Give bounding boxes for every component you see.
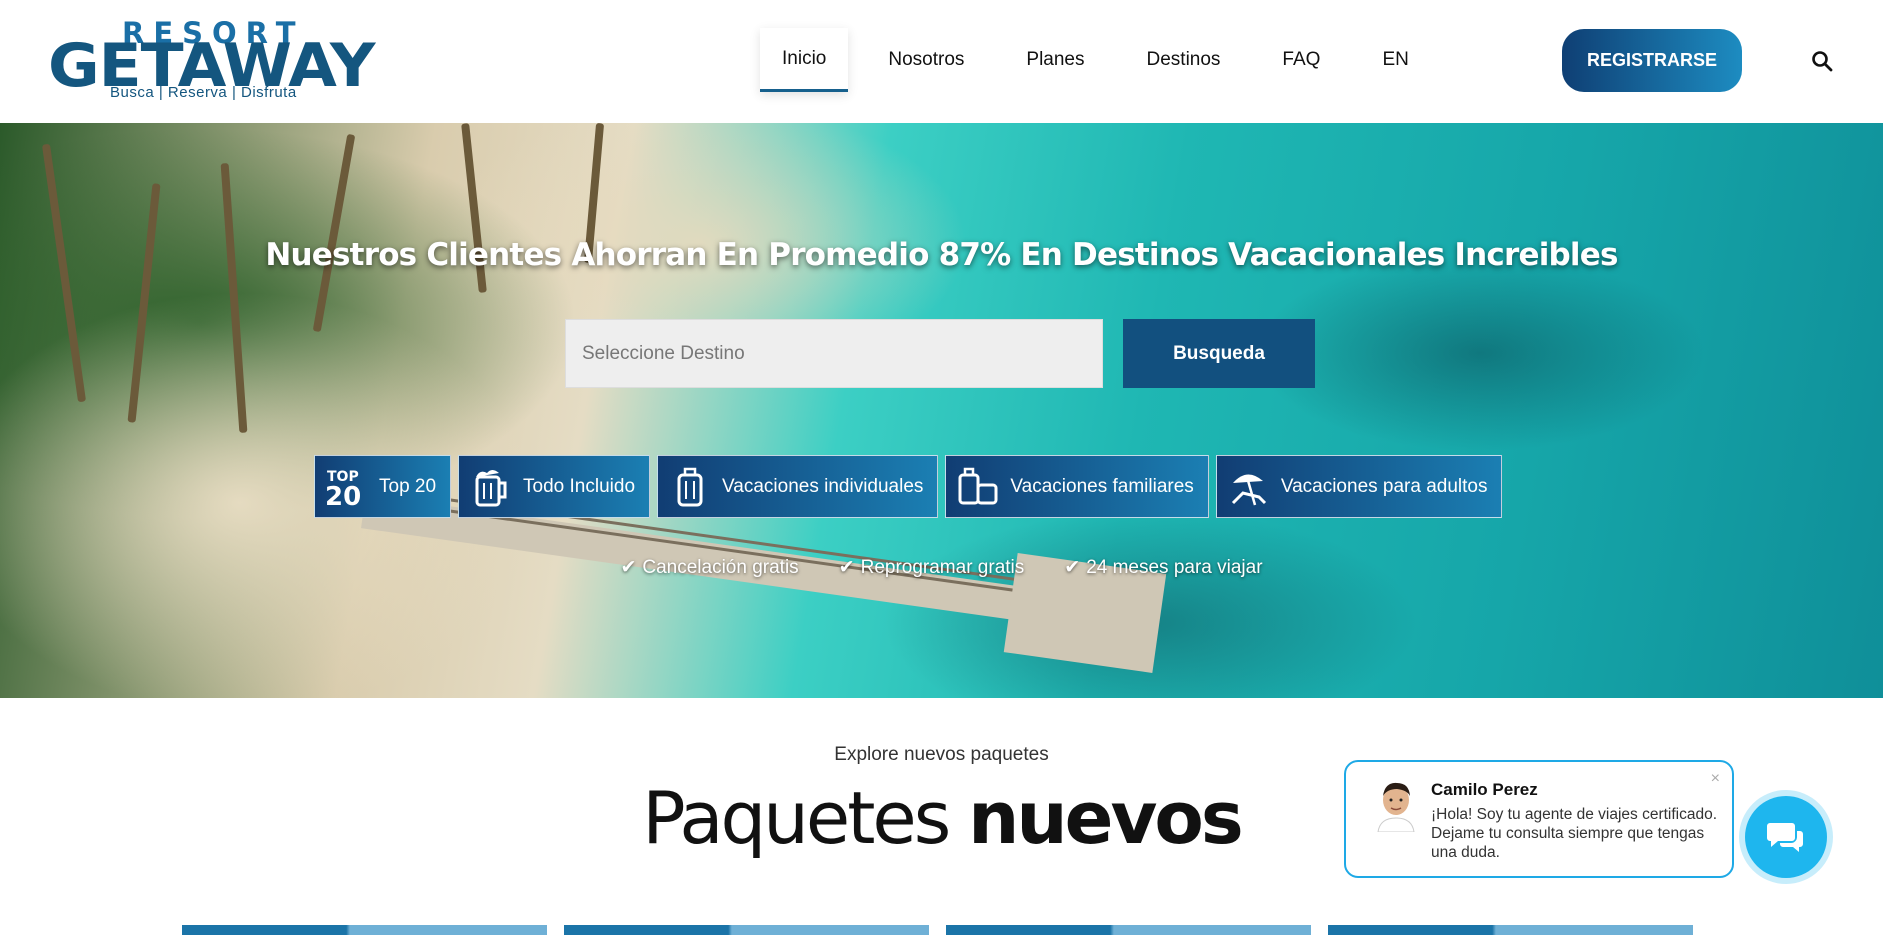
category-label: Vacaciones para adultos <box>1280 475 1488 497</box>
perk-item: ✔ Reprogramar gratis <box>839 556 1025 579</box>
package-card[interactable] <box>182 925 547 935</box>
check-icon: ✔ <box>620 557 637 578</box>
perks-list: ✔ Cancelación gratis ✔ Reprogramar grati… <box>0 556 1883 579</box>
nav-item-nosotros[interactable]: Nosotros <box>866 28 986 92</box>
category-vacaciones-individuales[interactable]: Vacaciones individuales <box>657 455 939 518</box>
main-nav: Inicio Nosotros Planes Destinos FAQ EN <box>760 28 1449 92</box>
svg-text:20: 20 <box>325 482 361 509</box>
search-button[interactable]: Busqueda <box>1123 319 1315 388</box>
top20-icon: TOP 20 <box>325 465 369 509</box>
category-label: Vacaciones individuales <box>722 475 924 497</box>
category-todo-incluido[interactable]: Todo Incluido <box>458 455 651 518</box>
category-vacaciones-adultos[interactable]: Vacaciones para adultos <box>1215 455 1503 518</box>
luggage-icon <box>956 465 1000 509</box>
beach-chair-icon <box>1227 465 1271 509</box>
close-icon[interactable]: × <box>1711 770 1720 788</box>
resort-getaway-logo[interactable]: RESORT GETAWAY Busca | Reserva | Disfrut… <box>48 16 375 102</box>
section-title-plain: Paquetes <box>642 776 951 860</box>
chat-bubbles-icon <box>1767 823 1803 852</box>
section-title-bold: nuevos <box>954 776 1251 860</box>
check-icon: ✔ <box>1064 557 1081 578</box>
destination-select-input[interactable] <box>565 319 1103 388</box>
package-card[interactable] <box>1328 925 1693 935</box>
package-card[interactable] <box>564 925 929 935</box>
nav-item-faq[interactable]: FAQ <box>1260 28 1342 92</box>
chat-open-button[interactable] <box>1745 796 1827 878</box>
hero-banner: Nuestros Clientes Ahorran En Promedio 87… <box>0 123 1883 698</box>
chat-popup[interactable]: Camilo Perez ¡Hola! Soy tu agente de via… <box>1344 760 1734 878</box>
perk-item: ✔ Cancelación gratis <box>620 556 798 579</box>
perk-label: Cancelación gratis <box>642 556 799 578</box>
category-top-20[interactable]: TOP 20 Top 20 <box>314 455 452 518</box>
perk-label: Reprogramar gratis <box>860 556 1025 578</box>
category-buttons: TOP 20 Top 20 Todo Incluido Vacaciones i… <box>314 455 1509 518</box>
hero-title: Nuestros Clientes Ahorran En Promedio 87… <box>265 237 1618 273</box>
agent-avatar <box>1377 782 1415 832</box>
category-label: Vacaciones familiares <box>1010 475 1194 497</box>
perk-label: 24 meses para viajar <box>1086 556 1263 578</box>
search-icon[interactable] <box>1810 49 1834 73</box>
category-label: Todo Incluido <box>523 475 636 497</box>
nav-item-inicio[interactable]: Inicio <box>760 28 849 92</box>
category-label: Top 20 <box>379 475 437 497</box>
perk-item: ✔ 24 meses para viajar <box>1064 556 1262 579</box>
register-button[interactable]: REGISTRARSE <box>1562 29 1742 92</box>
suitcase-icon <box>668 465 712 509</box>
category-vacaciones-familiares[interactable]: Vacaciones familiares <box>945 455 1209 518</box>
agent-message: ¡Hola! Soy tu agente de viajes certifica… <box>1431 806 1718 861</box>
nav-item-destinos[interactable]: Destinos <box>1125 28 1243 92</box>
check-icon: ✔ <box>838 557 855 578</box>
logo-tagline: Busca | Reserva | Disfruta <box>110 84 297 101</box>
package-cards <box>182 925 1710 935</box>
site-header: RESORT GETAWAY Busca | Reserva | Disfrut… <box>0 0 1883 123</box>
agent-name: Camilo Perez <box>1431 780 1538 799</box>
package-card[interactable] <box>946 925 1311 935</box>
nav-item-planes[interactable]: Planes <box>1004 28 1106 92</box>
beer-mug-icon <box>469 465 513 509</box>
nav-item-language[interactable]: EN <box>1360 28 1430 92</box>
